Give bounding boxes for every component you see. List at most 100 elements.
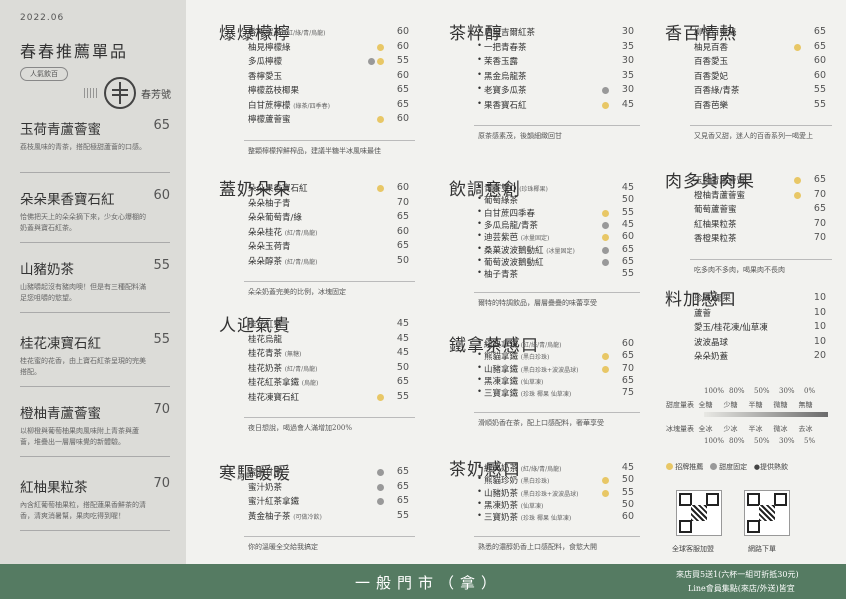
- menu-item[interactable]: 多瓜烏龍/青茶: [484, 219, 538, 231]
- divider: [244, 417, 415, 418]
- menu-item[interactable]: 朵朵葡萄青/綠: [248, 211, 302, 223]
- menu-item[interactable]: 波波晶球: [694, 336, 728, 348]
- menu-item[interactable]: 百香綠/青茶: [694, 84, 739, 96]
- divider: [20, 386, 170, 387]
- menu-item[interactable]: 朵朵果香寶石紅: [248, 182, 308, 194]
- qr-code-left-icon[interactable]: [676, 490, 722, 536]
- menu-item[interactable]: 桂花烏龍: [248, 333, 282, 345]
- menu-item[interactable]: 蘆薈: [694, 307, 711, 319]
- menu-item[interactable]: 青茶雙Q (珍珠椰果): [484, 182, 548, 194]
- menu-item-price: 60: [621, 338, 634, 349]
- featured-item-price: 60: [153, 188, 170, 203]
- menu-item[interactable]: 蜜汁奶茶: [248, 481, 282, 493]
- menu-item[interactable]: 香檸蜜茶 (紅/綠/青/烏龍): [248, 26, 325, 38]
- menu-item[interactable]: 愛玉/桂花凍/仙草凍: [694, 321, 768, 333]
- menu-item[interactable]: 朵朵奶蓋: [694, 350, 728, 362]
- menu-item[interactable]: 桂花青茶 (無糖): [248, 347, 301, 359]
- menu-item[interactable]: 桂花凍寶石紅: [248, 391, 299, 403]
- level-value: 微冰: [773, 425, 788, 433]
- menu-item-price: 50: [621, 474, 634, 486]
- menu-item[interactable]: 蜜汁甘蔗: [248, 466, 282, 478]
- menu-item[interactable]: 黑凍奶茶 (仙草凍): [484, 499, 543, 511]
- menu-item[interactable]: 老寶多瓜茶: [484, 84, 527, 96]
- menu-item[interactable]: 山豬奶茶 (黑白珍珠+波波晶球): [484, 487, 578, 499]
- menu-item[interactable]: 柚見百香: [694, 41, 728, 53]
- menu-item-option: (紅/綠/青/烏龍): [284, 30, 326, 37]
- menu-item-name: 柳橙百香綠: [694, 28, 737, 38]
- menu-item[interactable]: 黑凍拿鐵 (仙草凍): [484, 375, 543, 387]
- menu-item-price: 65: [621, 350, 634, 362]
- menu-item[interactable]: 三寶拿鐵 (珍珠 椰果 仙草凍): [484, 387, 571, 399]
- divider: [20, 530, 170, 531]
- menu-item[interactable]: 熊貓拿鐵 (黑白珍珠): [484, 350, 549, 362]
- bullet-icon: •: [477, 511, 483, 522]
- menu-item[interactable]: 桑菓波波鵝動紅 (冰量固定): [484, 244, 575, 256]
- menu-item-price: 65: [396, 376, 409, 387]
- star-icon: [602, 234, 609, 242]
- featured-item[interactable]: 朵朵果香寶石紅 60 恰佛把天上的朵朵摘下來，少女心爆棚的奶蓋與寶石紅茶。: [20, 188, 170, 246]
- featured-item[interactable]: 玉荷青蘆薈蜜 65 荔枝風味的青茶，搭配極甜蘆薈的口感。: [20, 118, 170, 176]
- menu-item[interactable]: 香檸愛玉: [248, 70, 282, 82]
- star-icon: [377, 393, 384, 401]
- menu-item[interactable]: 經典拿鐵 (紅/綠/青/烏龍): [484, 338, 561, 350]
- menu-item[interactable]: 柳橙百香綠: [694, 26, 737, 38]
- menu-item[interactable]: 葡萄蘆薈蜜: [694, 203, 737, 215]
- menu-item-name: 檸檬蘆薈蜜: [248, 115, 291, 125]
- featured-item[interactable]: 橙柚青蘆薈蜜 70 以柳橙與葡萄柚果肉風味附上青茶與蘆薈，堆疊出一層層味覺的新體驗。: [20, 402, 170, 460]
- menu-item[interactable]: 蜜汁紅茶拿鐵: [248, 495, 299, 507]
- featured-item[interactable]: 桂花凍寶石紅 55 桂花蜜的花香，由上寶石紅茶呈現的完美搭配。: [20, 332, 170, 390]
- menu-item[interactable]: 檸檬蘆薈蜜: [248, 113, 291, 125]
- menu-item[interactable]: 茉香玉露: [484, 55, 518, 67]
- menu-item-price: 45: [621, 218, 634, 230]
- menu-item-price: 60: [813, 69, 826, 81]
- star-icon: [794, 177, 801, 184]
- menu-item[interactable]: 葡萄波波鵝動紅: [484, 256, 544, 268]
- menu-item[interactable]: 黃金柚子茶 (可做冷飲): [248, 510, 322, 522]
- menu-item[interactable]: 柚子青茶: [484, 268, 518, 280]
- menu-item[interactable]: 紅柚果粒茶: [694, 218, 737, 230]
- menu-item[interactable]: 黑金烏龍茶: [484, 70, 527, 82]
- star-icon: [602, 477, 609, 485]
- menu-item[interactable]: 朵朵醇茶 (紅/青/烏龍): [248, 255, 317, 267]
- menu-item[interactable]: 葡萄綠茶: [484, 194, 518, 206]
- menu-item[interactable]: 經典奶茶 (紅/綠/青/烏龍): [484, 462, 561, 474]
- menu-item[interactable]: 朵朵桂花 (紅/青/烏龍): [248, 226, 317, 238]
- featured-item[interactable]: 紅柚果粒茶 70 內含紅葡萄柚果粒，搭配蓮果香鮮茶的清香，清爽消暑幫，果肉吃得到喔！: [20, 476, 170, 534]
- menu-item[interactable]: 三寶奶茶 (珍珠 椰果 仙草凍): [484, 511, 571, 523]
- menu-item[interactable]: 果香寶石紅: [484, 99, 527, 111]
- menu-item[interactable]: 桂花紅茶拿鐵 (烏龍): [248, 376, 318, 388]
- menu-item[interactable]: 一把青春茶: [484, 41, 527, 53]
- menu-item[interactable]: 百香愛妃: [694, 70, 728, 82]
- menu-item-name: 茉香玉露: [484, 57, 519, 67]
- menu-item[interactable]: 迪芸紫芭 (冰量固定): [484, 231, 549, 243]
- menu-item[interactable]: 朵朵玉荷青: [248, 240, 291, 252]
- menu-item[interactable]: 橙柚青蘆薈蜜: [694, 189, 745, 201]
- level-value: 50%: [754, 387, 770, 395]
- menu-item[interactable]: 珍珠/椰果: [694, 292, 731, 304]
- menu-item[interactable]: 玉荷青蘆薈蜜: [694, 174, 745, 186]
- bullet-icon: •: [477, 474, 483, 485]
- menu-item-name: 蜜汁奶茶: [248, 482, 283, 493]
- bullet-icon: •: [477, 40, 483, 51]
- menu-item-name: 尼爾吉爾紅茶: [484, 28, 536, 38]
- menu-item[interactable]: 白甘蔗檸檬 (綠茶/四季春): [248, 99, 330, 111]
- qr-code-right-icon[interactable]: [744, 490, 790, 536]
- heart-icon: [602, 258, 609, 266]
- level-value: 半冰: [748, 425, 763, 433]
- menu-item[interactable]: 熊貓珍奶 (黑白珍珠): [484, 474, 549, 486]
- menu-item-name: 經典拿鐵: [484, 340, 519, 350]
- menu-item[interactable]: 朵朵柚子青: [248, 197, 291, 209]
- menu-item[interactable]: 尼爾吉爾紅茶: [484, 26, 535, 38]
- menu-item[interactable]: 桂花奶茶 (紅/青/烏龍): [248, 362, 317, 374]
- menu-item[interactable]: 柚見檸檬綠: [248, 41, 291, 53]
- menu-item[interactable]: 山豬拿鐵 (黑白珍珠+波波晶球): [484, 363, 578, 375]
- menu-item[interactable]: 白甘蔗四季春: [484, 207, 535, 219]
- menu-item[interactable]: 百香愛玉: [694, 55, 728, 67]
- menu-item[interactable]: 香橙果粒茶: [694, 232, 737, 244]
- featured-item-desc: 內含紅葡萄柚果粒，搭配蓮果香鮮茶的清香，清爽消暑幫，果肉吃得到喔！: [20, 501, 146, 520]
- featured-item[interactable]: 山豬奶茶 55 山豬嚼起沒有豬肉噢！但是有三種配料滿足您咀嚼的慾望。: [20, 258, 170, 316]
- menu-item[interactable]: 多瓜檸檬: [248, 55, 282, 67]
- menu-item[interactable]: 檸檬荔枝椰果: [248, 84, 299, 96]
- menu-item[interactable]: 百香芭樂: [694, 99, 728, 111]
- menu-item[interactable]: 桂花紅茶: [248, 318, 282, 330]
